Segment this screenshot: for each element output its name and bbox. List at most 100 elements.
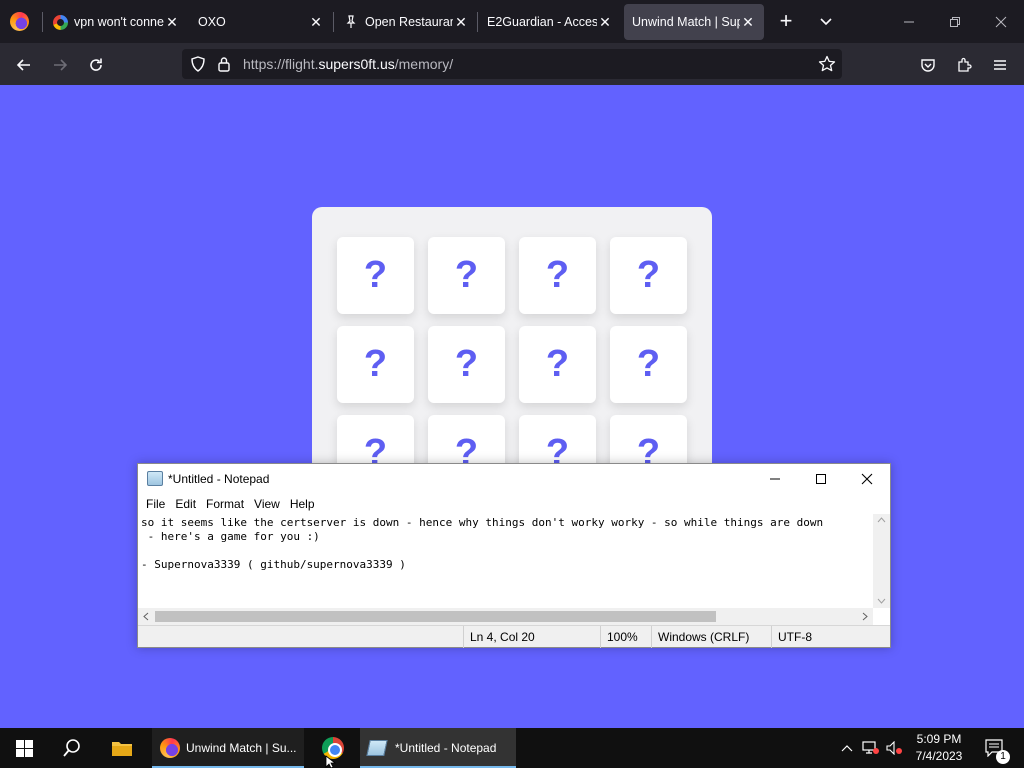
url-domain: supers0ft.us [318,56,395,72]
close-icon[interactable]: ✕ [453,14,469,30]
scrollbar-thumb[interactable] [155,611,716,622]
notepad-maximize-button[interactable] [798,464,844,494]
tab-title: E2Guardian - Access [487,15,597,29]
text-line: - here's a game for you :) [141,530,320,543]
tab-title: Open Restaurant [365,15,453,29]
notepad-status-bar: Ln 4, Col 20 100% Windows (CRLF) UTF-8 [138,625,890,648]
tab-oxo[interactable]: OXO ✕ [198,4,324,40]
memory-game-board: ? ? ? ? ? ? ? ? ? ? ? ? [312,207,712,497]
menu-format[interactable]: Format [201,497,249,511]
close-icon[interactable]: ✕ [308,14,324,30]
firefox-icon [160,738,180,758]
memory-card[interactable]: ? [428,237,505,314]
tab-title: vpn won't conne [74,15,164,29]
horizontal-scrollbar[interactable] [138,608,873,625]
new-tab-button[interactable]: + [774,10,798,34]
memory-card[interactable]: ? [428,326,505,403]
notepad-close-button[interactable] [844,464,890,494]
taskbar-notepad-label: *Untitled - Notepad [395,741,497,755]
tab-vpn[interactable]: vpn won't conne ✕ [52,4,180,40]
notepad-text-area[interactable]: so it seems like the certserver is down … [138,514,873,608]
url-prefix: https://flight. [243,56,319,72]
menu-file[interactable]: File [141,497,170,511]
clock[interactable]: 5:09 PM 7/4/2023 [908,731,970,765]
notepad-icon [366,740,388,756]
restore-button[interactable] [932,0,978,43]
tab-bar: vpn won't conne ✕ OXO ✕ Open Restaurant … [0,0,1024,43]
address-bar[interactable]: https://flight.supers0ft.us/memory/ [182,49,842,79]
text-line: so it seems like the certserver is down … [141,516,824,529]
start-button[interactable] [0,728,48,768]
vertical-scrollbar[interactable] [873,514,890,608]
close-icon[interactable]: ✕ [740,14,756,30]
back-button[interactable] [10,51,38,79]
close-icon[interactable]: ✕ [164,14,180,30]
minimize-button[interactable] [886,0,932,43]
tab-separator [477,12,478,32]
file-explorer-button[interactable] [98,728,146,768]
cursor-position: Ln 4, Col 20 [463,626,598,648]
search-icon [63,739,80,757]
memory-card[interactable]: ? [337,326,414,403]
memory-card[interactable]: ? [519,326,596,403]
folder-icon [112,742,132,756]
menu-help[interactable]: Help [285,497,320,511]
tab-list-chevron-icon[interactable] [815,10,837,34]
memory-card[interactable]: ? [610,237,687,314]
notepad-menubar: File Edit Format View Help [138,494,890,514]
close-window-button[interactable] [978,0,1024,43]
memory-card[interactable]: ? [337,237,414,314]
tab-separator [42,12,43,32]
windows-logo-icon [15,739,33,757]
tab-title: OXO [198,15,226,29]
text-line [141,544,870,558]
reload-button[interactable] [82,51,110,79]
search-button[interactable] [48,728,96,768]
tab-open-restaurant[interactable]: Open Restaurant ✕ [343,4,469,40]
tab-e2guardian[interactable]: E2Guardian - Access ✕ [487,4,613,40]
notepad-title: *Untitled - Notepad [168,472,270,486]
notepad-window: *Untitled - Notepad File Edit Format Vie… [137,463,891,648]
zoom-level: 100% [600,626,650,648]
google-icon [52,14,68,30]
pin-icon [343,14,359,30]
volume-muted-icon[interactable] [884,728,906,768]
tab-unwind-match[interactable]: Unwind Match | Supe ✕ [624,4,764,40]
taskbar-chrome[interactable] [308,728,358,768]
memory-card[interactable]: ? [610,326,687,403]
line-ending: Windows (CRLF) [651,626,767,648]
notepad-minimize-button[interactable] [752,464,798,494]
url-text[interactable]: https://flight.supers0ft.us/memory/ [243,56,453,72]
mouse-cursor-icon [325,755,337,768]
close-icon[interactable]: ✕ [597,14,613,30]
taskbar-firefox[interactable]: Unwind Match | Su... [152,728,304,768]
tracking-shield-icon[interactable] [190,56,206,77]
clock-time: 5:09 PM [916,732,962,746]
navigation-bar: https://flight.supers0ft.us/memory/ [0,43,1024,85]
encoding: UTF-8 [771,626,871,648]
network-icon[interactable] [860,728,882,768]
bookmark-star-icon[interactable] [818,55,836,78]
menu-view[interactable]: View [249,497,285,511]
notepad-titlebar[interactable]: *Untitled - Notepad [138,464,890,494]
tab-separator [333,12,334,32]
show-hidden-icons-chevron-icon[interactable] [838,728,856,768]
tab-title: Unwind Match | Supe [632,15,740,29]
menu-hamburger-icon[interactable] [986,51,1014,79]
menu-edit[interactable]: Edit [170,497,201,511]
notepad-icon [147,471,163,486]
taskbar: Unwind Match | Su... *Untitled - Notepad… [0,728,1024,768]
notification-center-button[interactable]: 1 [978,728,1012,768]
memory-card[interactable]: ? [519,237,596,314]
firefox-logo-icon[interactable] [10,12,29,31]
taskbar-firefox-label: Unwind Match | Su... [186,741,297,755]
clock-date: 7/4/2023 [915,749,963,763]
url-path: /memory/ [394,56,454,72]
taskbar-notepad[interactable]: *Untitled - Notepad [360,728,516,768]
extensions-icon[interactable] [950,51,978,79]
forward-button[interactable] [46,51,74,79]
pocket-icon[interactable] [914,51,942,79]
lock-icon[interactable] [217,56,231,77]
notification-count-badge: 1 [996,750,1010,764]
text-line: - Supernova3339 ( github/supernova3339 ) [141,558,406,571]
